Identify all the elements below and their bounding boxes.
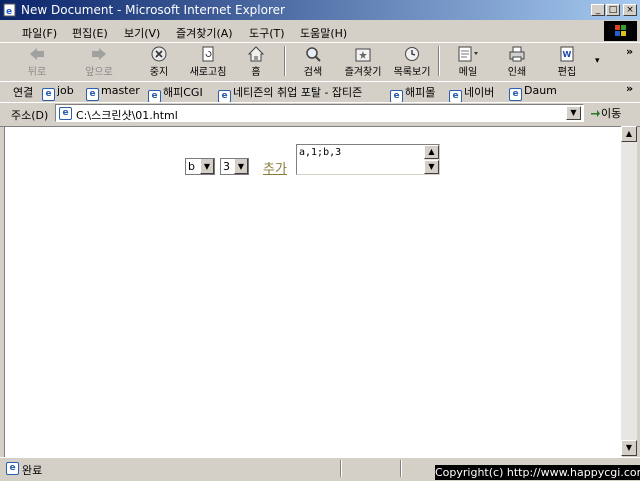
chevron-down-icon: ▼ bbox=[234, 159, 248, 174]
stop-button[interactable]: 중지 bbox=[136, 46, 182, 80]
link-naver-label: 네이버 bbox=[464, 86, 495, 99]
go-arrow-icon bbox=[591, 110, 600, 117]
link-jobtizen-label: 네티즌의 취업 포탈 - 잡티즌 bbox=[233, 86, 363, 99]
vertical-scrollbar[interactable]: ▲ ▼ bbox=[621, 126, 637, 456]
refresh-button[interactable]: 새로고침 bbox=[185, 46, 231, 80]
svg-text:W: W bbox=[563, 50, 572, 59]
menu-file[interactable]: 파일(F) bbox=[22, 25, 57, 41]
history-label: 목록보기 bbox=[393, 67, 431, 78]
link-daum-label: Daum bbox=[524, 84, 557, 97]
address-dropdown-button[interactable]: ▼ bbox=[566, 106, 581, 120]
stop-icon bbox=[151, 46, 167, 62]
link-happymall-label: 해피몰 bbox=[405, 86, 436, 99]
mail-label: 메일 bbox=[458, 67, 478, 78]
status-divider bbox=[340, 460, 342, 477]
svg-text:e: e bbox=[6, 7, 12, 17]
back-label: 뒤로 bbox=[27, 67, 47, 78]
menu-edit[interactable]: 편집(E) bbox=[72, 25, 108, 41]
toolbar-separator bbox=[438, 46, 440, 76]
forward-arrow-icon bbox=[92, 48, 106, 60]
ie-page-icon: e bbox=[86, 88, 99, 101]
select-letter[interactable]: b ▼ bbox=[185, 158, 215, 175]
link-master-label: master bbox=[101, 84, 140, 97]
textarea-scroll-down-button[interactable]: ▼ bbox=[424, 160, 439, 174]
menu-view[interactable]: 보기(V) bbox=[124, 25, 160, 41]
search-label: 검색 bbox=[303, 67, 323, 78]
search-button[interactable]: 검색 bbox=[290, 46, 336, 80]
favorites-icon bbox=[355, 48, 371, 62]
edit-dropdown-icon[interactable]: ▾ bbox=[595, 56, 600, 66]
mail-icon bbox=[458, 46, 478, 62]
forward-label: 앞으로 bbox=[85, 67, 113, 78]
select-letter-value: b bbox=[188, 160, 195, 173]
maximize-button[interactable]: □ bbox=[606, 4, 620, 16]
history-button[interactable]: 목록보기 bbox=[389, 46, 435, 80]
favorites-button[interactable]: 즐겨찾기 bbox=[340, 46, 386, 80]
menu-help[interactable]: 도움말(H) bbox=[300, 25, 347, 41]
page-viewport bbox=[4, 126, 622, 457]
stop-label: 중지 bbox=[149, 67, 169, 78]
print-button[interactable]: 인쇄 bbox=[494, 46, 540, 80]
textarea-scrollbar[interactable]: ▲ ▼ bbox=[424, 145, 439, 174]
status-text: 완료 bbox=[22, 464, 43, 477]
ie-page-icon: e bbox=[6, 462, 19, 475]
scroll-up-button[interactable]: ▲ bbox=[621, 126, 637, 142]
edit-label: 편집 bbox=[557, 67, 577, 78]
go-button[interactable]: 이동 bbox=[590, 105, 621, 121]
textarea-scroll-up-button[interactable]: ▲ bbox=[424, 145, 439, 159]
menu-favorites[interactable]: 즐겨찾기(A) bbox=[176, 25, 233, 41]
edit-button[interactable]: W 편집 bbox=[544, 46, 590, 80]
toolbar-chevron-icon[interactable]: » bbox=[626, 45, 633, 58]
ie-page-icon: e bbox=[509, 88, 522, 101]
chevron-down-icon: ▼ bbox=[200, 159, 214, 174]
home-button[interactable]: 홈 bbox=[233, 46, 279, 80]
address-value: C:\스크린샷\01.html bbox=[76, 109, 178, 122]
back-button[interactable]: 뒤로 bbox=[14, 46, 60, 80]
ie-page-icon: e bbox=[59, 107, 72, 120]
favorites-label: 즐겨찾기 bbox=[344, 67, 382, 78]
copyright-banner: Copyright(c) http://www.happycgi.com bbox=[435, 465, 640, 480]
add-link[interactable]: 추가 bbox=[263, 158, 287, 177]
toolbar-separator bbox=[284, 46, 286, 76]
ie-page-icon: e bbox=[42, 88, 55, 101]
link-daum[interactable]: e Daum bbox=[509, 84, 557, 101]
textarea-value: a,1;b,3 bbox=[299, 147, 342, 158]
select-number[interactable]: 3 ▼ bbox=[220, 158, 249, 175]
menu-tools[interactable]: 도구(T) bbox=[249, 25, 285, 41]
refresh-label: 새로고침 bbox=[189, 67, 227, 78]
print-label: 인쇄 bbox=[507, 67, 527, 78]
ie-page-icon: e bbox=[3, 3, 16, 17]
link-job-label: job bbox=[57, 84, 74, 97]
window-title: New Document - Microsoft Internet Explor… bbox=[21, 3, 285, 17]
link-happycgi-label: 해피CGI bbox=[163, 86, 203, 99]
refresh-icon bbox=[202, 46, 214, 62]
select-number-value: 3 bbox=[223, 160, 230, 173]
printer-icon bbox=[509, 46, 525, 62]
link-job[interactable]: e job bbox=[42, 84, 74, 101]
link-master[interactable]: e master bbox=[86, 84, 140, 101]
mail-button[interactable]: 메일 bbox=[445, 46, 491, 80]
link-naver[interactable]: e 네이버 bbox=[449, 84, 494, 103]
go-label: 이동 bbox=[601, 107, 622, 120]
links-chevron-icon[interactable]: » bbox=[626, 82, 633, 95]
link-happymall[interactable]: e 해피몰 bbox=[390, 84, 435, 103]
home-icon bbox=[247, 46, 265, 62]
home-label: 홈 bbox=[251, 67, 261, 78]
search-icon bbox=[306, 47, 321, 62]
back-arrow-icon bbox=[30, 48, 44, 60]
link-happycgi[interactable]: e 해피CGI bbox=[148, 84, 203, 103]
scroll-down-button[interactable]: ▼ bbox=[621, 440, 637, 456]
address-label: 주소(D) bbox=[11, 109, 49, 122]
history-icon bbox=[405, 47, 419, 61]
word-edit-icon: W bbox=[560, 46, 574, 62]
link-jobtizen[interactable]: e 네티즌의 취업 포탈 - 잡티즌 bbox=[218, 84, 362, 103]
status-divider bbox=[400, 460, 402, 477]
forward-button[interactable]: 앞으로 bbox=[76, 46, 122, 80]
links-label: 연결 bbox=[13, 86, 34, 99]
minimize-button[interactable]: _ bbox=[591, 4, 605, 16]
close-button[interactable]: × bbox=[623, 4, 637, 16]
windows-logo-icon bbox=[604, 21, 637, 41]
